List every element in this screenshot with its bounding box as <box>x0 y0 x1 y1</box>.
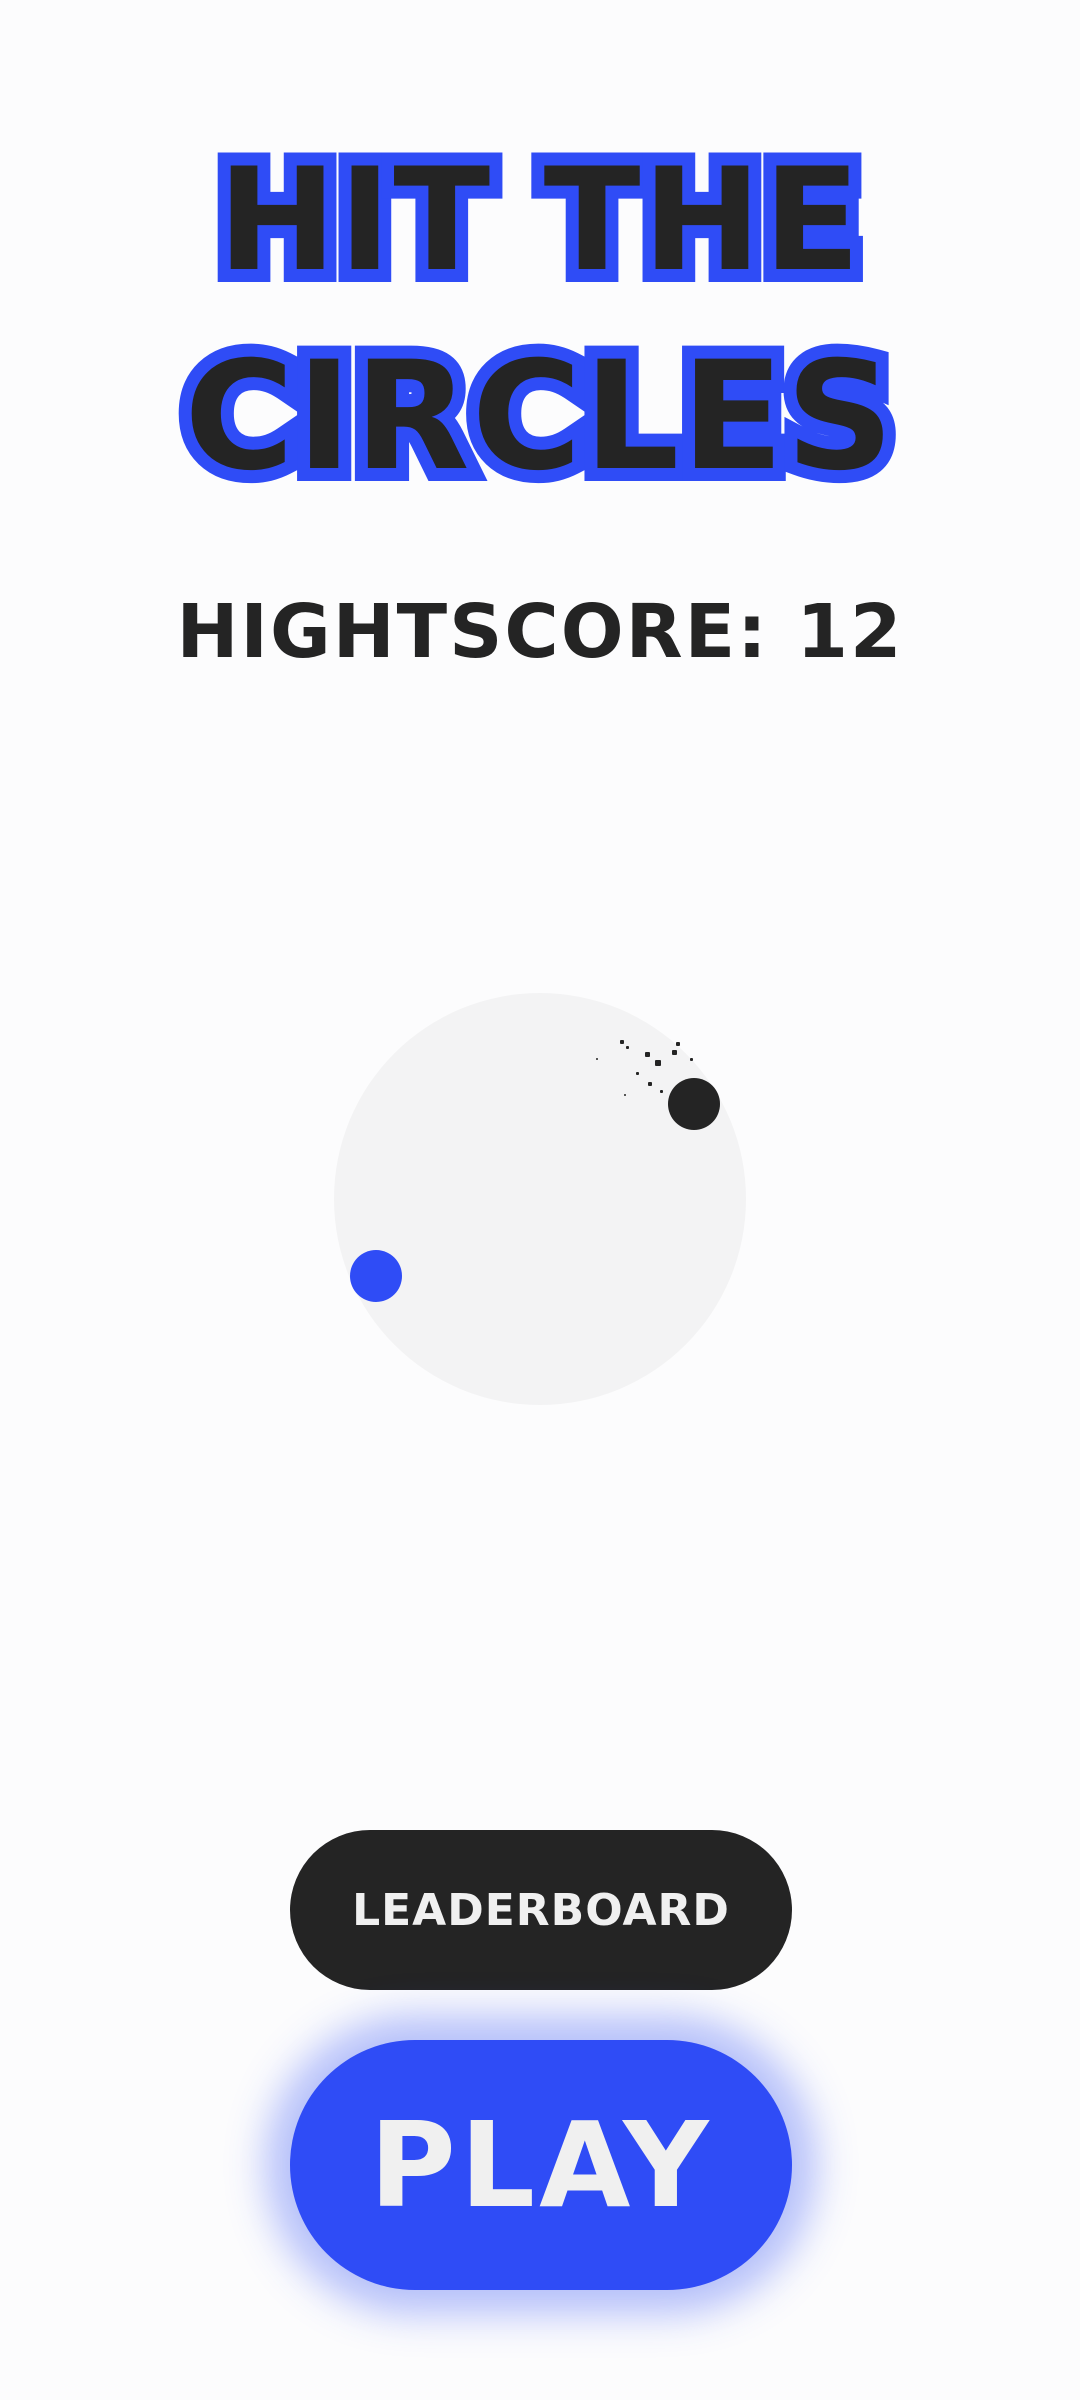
particle <box>655 1060 661 1066</box>
particle <box>690 1058 693 1061</box>
particle <box>660 1090 663 1093</box>
highscore-label: HIGHTSCORE: 12 <box>176 589 904 675</box>
player-dot <box>350 1250 402 1302</box>
particle <box>626 1046 629 1049</box>
play-button-label: PLAY <box>369 2096 713 2234</box>
main-menu-screen: HIT THE CIRCLES HIGHTSCORE: 12 LEADERBOA… <box>0 0 1080 2400</box>
game-title-line-2: CIRCLES <box>171 329 907 505</box>
target-dot <box>668 1078 720 1130</box>
leaderboard-button-label: LEADERBOARD <box>352 1884 730 1936</box>
play-button[interactable]: PLAY <box>290 2040 792 2290</box>
particle <box>645 1052 650 1057</box>
particle <box>596 1058 598 1060</box>
particle <box>676 1042 680 1046</box>
particle <box>624 1094 626 1096</box>
particle <box>648 1082 652 1086</box>
leaderboard-button[interactable]: LEADERBOARD <box>290 1830 792 1990</box>
game-arena-circle <box>334 993 746 1405</box>
game-title-line-1: HIT THE <box>205 137 874 305</box>
particle <box>636 1072 639 1075</box>
particle <box>620 1040 624 1044</box>
particle <box>672 1050 677 1055</box>
